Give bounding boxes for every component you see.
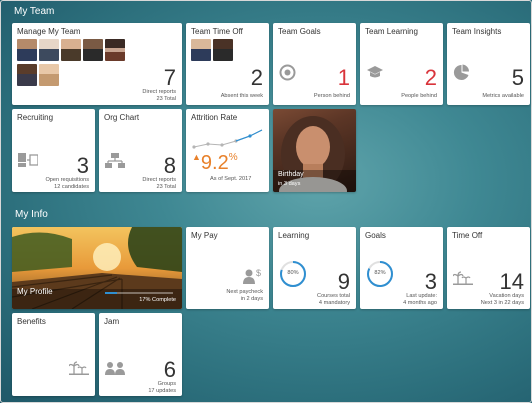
count-number: 5: [511, 65, 524, 90]
count-number: 9: [337, 269, 350, 294]
tile-birthday[interactable]: Birthday in 3 days: [273, 109, 356, 192]
count-number: 3: [76, 153, 89, 178]
count-caption: Vacation days Next 3 in 22 days: [480, 293, 524, 306]
tile-team-goals[interactable]: Team Goals 1 Person behind: [273, 23, 356, 105]
beach-icon: [69, 361, 89, 375]
count-number: 7: [163, 65, 176, 90]
goals-ring-label: 82%: [374, 270, 386, 276]
profile-progress-bar: [105, 292, 173, 294]
tile-manage-my-team[interactable]: Manage My Team 7 Direct reports 23 Total: [12, 23, 182, 105]
tile-title: Recruiting: [17, 113, 54, 122]
tile-title: Team Insights: [452, 27, 502, 36]
tile-team-time-off[interactable]: Team Time Off 2 Absent this week: [186, 23, 269, 105]
tile-team-insights[interactable]: Team Insights 5 Metrics available: [447, 23, 530, 105]
avatar[interactable]: [191, 39, 211, 61]
graduation-cap-icon: [367, 66, 383, 78]
count-number: 8: [163, 153, 176, 178]
count-caption: Direct reports 23 Total: [142, 89, 176, 102]
tile-title: Benefits: [17, 317, 46, 326]
attrition-sparkline: [192, 129, 263, 149]
section-title-my-team: My Team: [14, 6, 55, 17]
tile-title: Team Time Off: [191, 27, 243, 36]
count-caption: Metrics available: [482, 93, 524, 99]
count-number: 3: [424, 269, 437, 294]
count-caption: People behind: [401, 93, 437, 99]
groups-icon: [105, 362, 125, 375]
tile-title: Goals: [365, 231, 386, 240]
count-number: 1: [337, 65, 350, 90]
avatar[interactable]: [83, 39, 103, 61]
avatar[interactable]: [213, 39, 233, 61]
tile-learning[interactable]: Learning 80% 9 Courses total 4 mandatory: [273, 227, 356, 309]
count-number: 2: [250, 65, 263, 90]
tile-org-chart[interactable]: Org Chart 8 Direct reports 23 Total: [99, 109, 182, 192]
tile-jam[interactable]: Jam 6 Groups 17 updates: [99, 313, 182, 396]
count-caption: Last update: 4 months ago: [403, 293, 437, 306]
tile-title: Attrition Rate: [191, 113, 238, 122]
target-icon: [279, 64, 296, 81]
tile-my-profile[interactable]: My Profile 17% Complete: [12, 227, 182, 309]
tile-recruiting[interactable]: Recruiting 3 Open requisitions 12 candida…: [12, 109, 95, 192]
avatar[interactable]: [17, 64, 37, 86]
pay-caption: Next paycheck in 2 days: [226, 289, 263, 302]
learning-ring-label: 80%: [287, 270, 299, 276]
recruiting-icon: [18, 153, 38, 167]
arrow-up-icon: ▲: [192, 152, 201, 162]
org-chart-icon: [105, 153, 125, 168]
attrition-value: ▲9.2%: [192, 152, 238, 174]
tile-title: Team Learning: [365, 27, 418, 36]
avatar[interactable]: [61, 39, 81, 61]
count-caption: Courses total 4 mandatory: [317, 293, 350, 306]
profile-progress-fill: [105, 292, 117, 294]
pay-icon: $: [243, 268, 261, 284]
tile-goals[interactable]: Goals 82% 3 Last update: 4 months ago: [360, 227, 443, 309]
attrition-date: As of Sept. 2017: [210, 176, 252, 182]
beach-icon: [453, 271, 473, 285]
count-caption: Direct reports 23 Total: [142, 177, 176, 190]
tile-attrition-rate[interactable]: Attrition Rate ▲9.2% As of Sept. 2017: [186, 109, 269, 192]
birthday-caption: in 3 days: [278, 181, 301, 187]
count-caption: Open requisitions 12 candidates: [45, 177, 89, 190]
tile-title: Org Chart: [104, 113, 140, 122]
tile-benefits[interactable]: Benefits: [12, 313, 95, 396]
pie-chart-icon: [453, 64, 470, 80]
svg-text:$: $: [256, 268, 261, 278]
profile-title: My Profile: [17, 287, 53, 296]
tile-title: Manage My Team: [17, 27, 81, 36]
avatar[interactable]: [17, 39, 37, 61]
count-number: 6: [163, 357, 176, 382]
avatar[interactable]: [39, 39, 59, 61]
tile-title: My Pay: [191, 231, 218, 240]
profile-progress-label: 17% Complete: [139, 297, 176, 303]
count-caption: Absent this week: [220, 93, 263, 99]
tile-my-pay[interactable]: My Pay $ Next paycheck in 2 days: [186, 227, 269, 309]
birthday-title: Birthday: [278, 171, 304, 178]
section-title-my-info: My Info: [15, 209, 48, 220]
avatar[interactable]: [105, 39, 125, 61]
tile-title: Learning: [278, 231, 310, 240]
tile-time-off[interactable]: Time Off 14 Vacation days Next 3 in 22 da…: [447, 227, 530, 309]
count-caption: Person behind: [313, 93, 350, 99]
count-caption: Groups 17 updates: [148, 381, 176, 394]
count-number: 14: [499, 269, 524, 294]
avatar[interactable]: [39, 64, 59, 86]
tile-team-learning[interactable]: Team Learning 2 People behind: [360, 23, 443, 105]
count-number: 2: [424, 65, 437, 90]
tile-title: Jam: [104, 317, 120, 326]
tile-title: Time Off: [452, 231, 483, 240]
tile-title: Team Goals: [278, 27, 321, 36]
